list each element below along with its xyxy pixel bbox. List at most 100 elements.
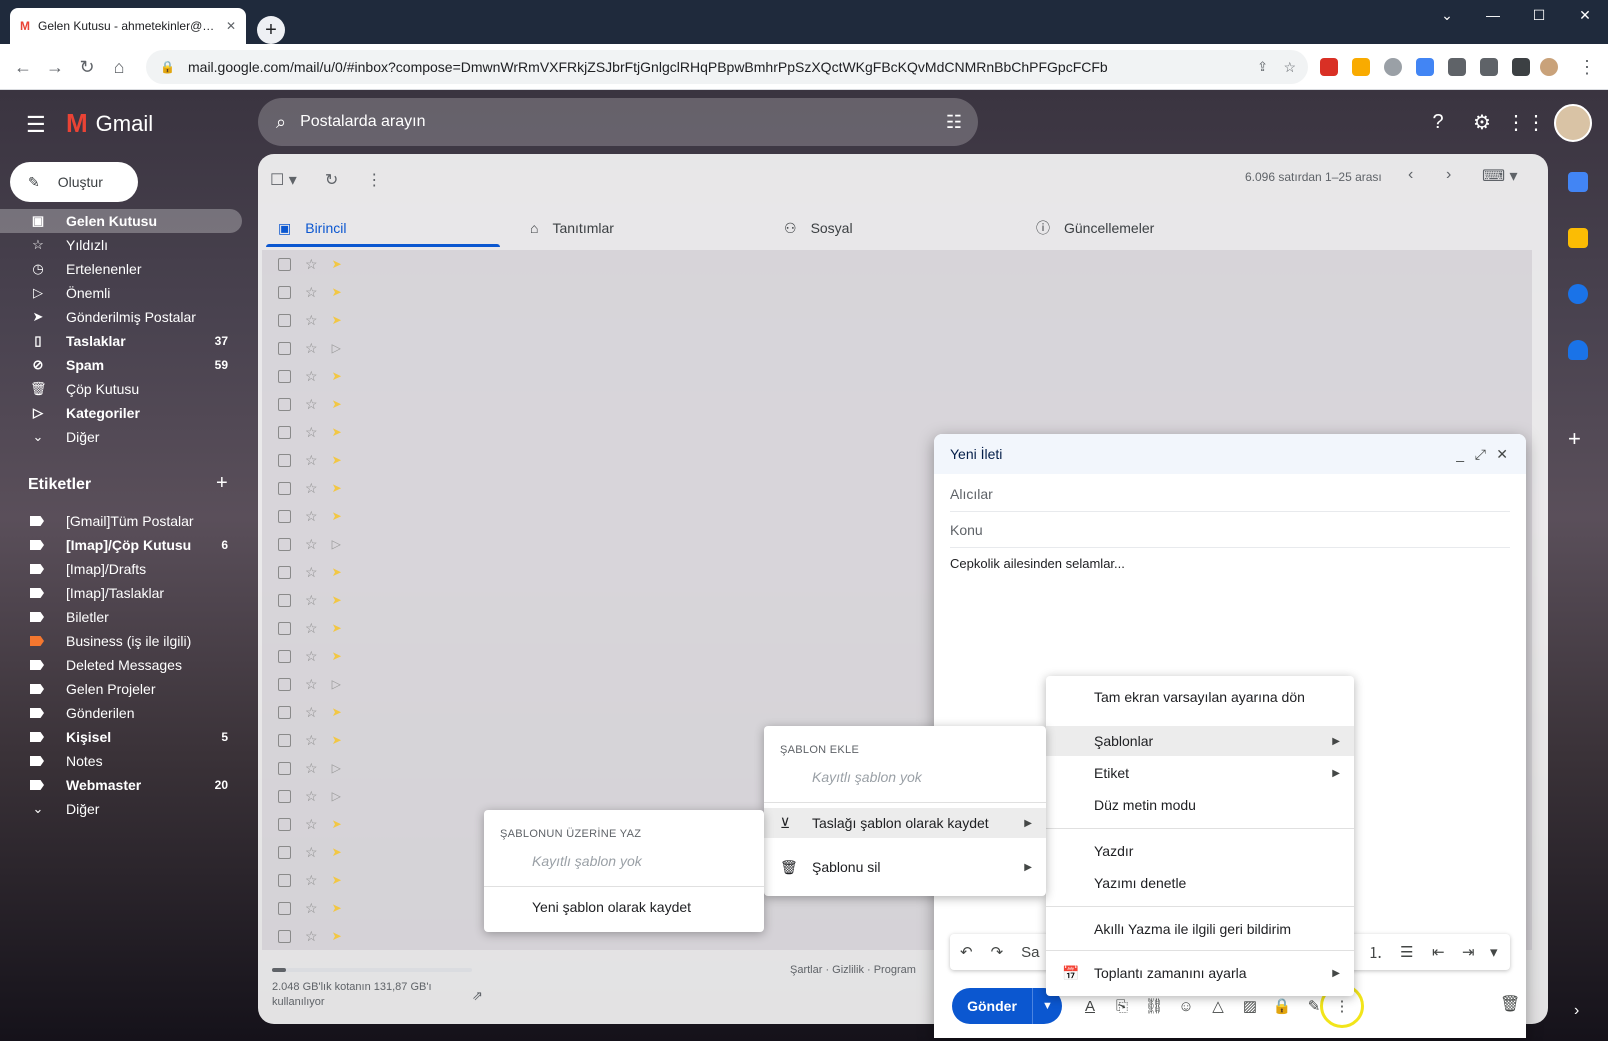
back-icon[interactable]: ←	[8, 52, 38, 82]
menu-item-print[interactable]: Yazdır	[1046, 836, 1354, 866]
add-label-icon[interactable]: +	[216, 472, 228, 495]
tab-updates[interactable]: ⓘ Güncellemeler	[1036, 208, 1154, 248]
settings-gear-icon[interactable]: ⚙	[1468, 108, 1496, 136]
gmail-logo[interactable]: M Gmail	[66, 108, 153, 139]
table-row[interactable]: ☆ ➤	[262, 418, 358, 446]
nav-item-snoozed[interactable]: ◷ Ertelenenler	[0, 257, 242, 281]
select-all-checkbox[interactable]: ☐ ▾	[270, 170, 297, 190]
table-row[interactable]: ☆ ➤	[262, 390, 358, 418]
redo-icon[interactable]: ↷	[991, 943, 1004, 961]
refresh-icon[interactable]: ↻	[325, 170, 338, 190]
row-checkbox[interactable]	[278, 789, 291, 803]
seo-quake-extension-icon[interactable]	[1352, 58, 1370, 76]
nav-item-spam[interactable]: ⊘ Spam 59	[0, 353, 242, 377]
row-checkbox[interactable]	[278, 341, 291, 355]
keyboard-input-icon[interactable]: ⌨ ▾	[1482, 166, 1518, 186]
star-icon[interactable]: ☆	[305, 508, 318, 525]
star-icon[interactable]: ☆	[305, 312, 318, 329]
table-row[interactable]: ☆ ▷	[262, 782, 358, 810]
add-addon-icon[interactable]: +	[1568, 426, 1581, 452]
insert-link-icon[interactable]: ⛓	[1142, 994, 1166, 1018]
star-icon[interactable]: ☆	[305, 928, 318, 945]
recipients-field[interactable]: Alıcılar	[950, 476, 1510, 512]
row-checkbox[interactable]	[278, 285, 291, 299]
menu-item-fullscreen-default[interactable]: Tam ekran varsayılan ayarına dön	[1046, 682, 1354, 712]
star-icon[interactable]: ☆	[305, 368, 318, 385]
important-marker-icon[interactable]: ➤	[332, 509, 342, 523]
important-marker-icon[interactable]: ▷	[332, 789, 341, 803]
important-marker-icon[interactable]: ➤	[332, 733, 342, 747]
more-formatting-icon[interactable]: ▾	[1490, 943, 1498, 961]
extension-icon[interactable]	[1384, 58, 1402, 76]
compose-header[interactable]: Yeni İleti _ ⤢ ✕	[934, 434, 1526, 474]
row-checkbox[interactable]	[278, 537, 291, 551]
star-icon[interactable]: ☆	[305, 480, 318, 497]
row-checkbox[interactable]	[278, 621, 291, 635]
label-item[interactable]: Kişisel 5	[0, 725, 242, 749]
important-marker-icon[interactable]: ➤	[332, 257, 342, 271]
label-more[interactable]: ⌄ Diğer	[0, 797, 242, 821]
label-item[interactable]: Gönderilen	[0, 701, 242, 725]
compose-body[interactable]: Cepkolik ailesinden selamlar...	[950, 556, 1125, 571]
apps-grid-icon[interactable]: ⋮⋮	[1506, 108, 1546, 136]
tab-search-icon[interactable]: ⌄	[1424, 0, 1470, 30]
star-icon[interactable]: ☆	[305, 788, 318, 805]
table-row[interactable]: ☆ ▷	[262, 670, 358, 698]
important-marker-icon[interactable]: ➤	[332, 313, 342, 327]
nav-item-inbox[interactable]: ▣ Gelen Kutusu	[0, 209, 242, 233]
table-row[interactable]: ☆ ➤	[262, 810, 358, 838]
attach-file-icon[interactable]: ⎘	[1110, 994, 1134, 1018]
menu-item-smart-compose-feedback[interactable]: Akıllı Yazma ile ilgili geri bildirim	[1046, 914, 1354, 944]
star-icon[interactable]: ☆	[305, 284, 318, 301]
main-menu-icon[interactable]: ☰	[26, 112, 46, 138]
insert-photo-icon[interactable]: ▨	[1238, 994, 1262, 1018]
important-marker-icon[interactable]: ➤	[332, 705, 342, 719]
tab-promotions[interactable]: ⌂ Tanıtımlar	[530, 208, 614, 248]
row-checkbox[interactable]	[278, 453, 291, 467]
star-icon[interactable]: ☆	[305, 844, 318, 861]
table-row[interactable]: ☆ ➤	[262, 642, 358, 670]
star-icon[interactable]: ☆	[305, 396, 318, 413]
row-checkbox[interactable]	[278, 593, 291, 607]
undo-icon[interactable]: ↶	[960, 943, 973, 961]
confidential-mode-icon[interactable]: 🔒	[1270, 994, 1294, 1018]
important-marker-icon[interactable]: ➤	[332, 873, 342, 887]
open-external-icon[interactable]: ⇗	[472, 988, 483, 1004]
row-checkbox[interactable]	[278, 649, 291, 663]
table-row[interactable]: ☆ ▷	[262, 530, 358, 558]
table-row[interactable]: ☆ ▷	[262, 754, 358, 782]
seo-extension-icon[interactable]	[1320, 58, 1338, 76]
important-marker-icon[interactable]: ➤	[332, 425, 342, 439]
translate-extension-icon[interactable]	[1416, 58, 1434, 76]
row-checkbox[interactable]	[278, 481, 291, 495]
search-options-icon[interactable]: ☷	[946, 112, 962, 133]
important-marker-icon[interactable]: ▷	[332, 341, 341, 355]
label-item[interactable]: Gelen Projeler	[0, 677, 242, 701]
star-icon[interactable]: ☆	[305, 536, 318, 553]
important-marker-icon[interactable]: ➤	[332, 817, 342, 831]
address-bar[interactable]: 🔒 mail.google.com/mail/u/0/#inbox?compos…	[146, 50, 1308, 84]
important-marker-icon[interactable]: ▷	[332, 761, 341, 775]
menu-item-save-as-new-template[interactable]: Yeni şablon olarak kaydet	[484, 892, 764, 922]
close-tab-icon[interactable]: ✕	[226, 19, 236, 33]
nav-item-important[interactable]: ▷ Önemli	[0, 281, 242, 305]
reload-icon[interactable]: ↻	[72, 52, 102, 82]
star-icon[interactable]: ☆	[305, 872, 318, 889]
star-icon[interactable]: ☆	[305, 340, 318, 357]
important-marker-icon[interactable]: ➤	[332, 901, 342, 915]
row-checkbox[interactable]	[278, 509, 291, 523]
table-row[interactable]: ☆ ➤	[262, 838, 358, 866]
font-select[interactable]: Sa	[1021, 944, 1039, 961]
menu-item-templates[interactable]: Şablonlar ▶	[1046, 726, 1354, 756]
tasks-icon[interactable]	[1568, 284, 1588, 304]
nav-item-trash[interactable]: 🗑 Çöp Kutusu	[0, 377, 242, 401]
home-icon[interactable]: ⌂	[104, 52, 134, 82]
tab-primary[interactable]: ▣ Birincil	[278, 208, 346, 248]
menu-item-schedule-meeting[interactable]: 📅 Toplantı zamanını ayarla ▶	[1046, 958, 1354, 988]
row-checkbox[interactable]	[278, 313, 291, 327]
label-item[interactable]: Business (iş ile ilgili)	[0, 629, 242, 653]
minimize-window-button[interactable]: —	[1470, 0, 1516, 30]
important-marker-icon[interactable]: ➤	[332, 929, 342, 943]
star-icon[interactable]: ☆	[305, 732, 318, 749]
menu-item-save-draft-as-template[interactable]: ⊻ Taslağı şablon olarak kaydet ▶	[764, 808, 1046, 838]
